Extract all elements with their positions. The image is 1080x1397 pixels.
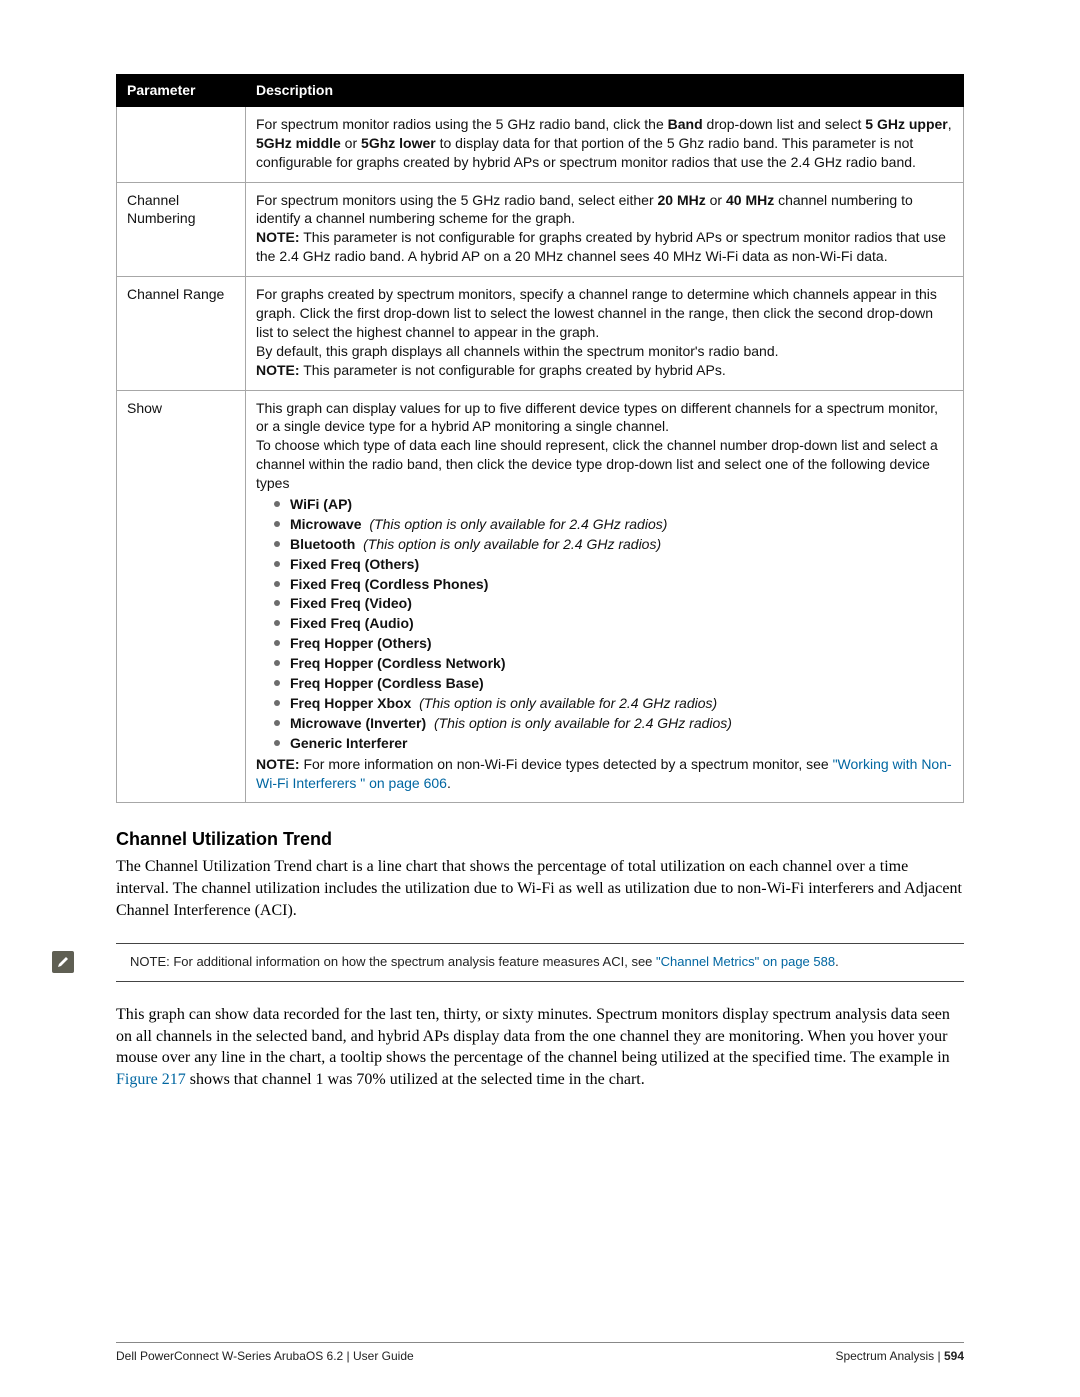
link-figure-217[interactable]: Figure 217	[116, 1071, 186, 1088]
link-channel-metrics[interactable]: "Channel Metrics" on page 588	[656, 954, 835, 969]
table-row: For spectrum monitor radios using the 5 …	[117, 106, 964, 182]
footer-left: Dell PowerConnect W-Series ArubaOS 6.2 |…	[116, 1349, 414, 1363]
device-type-list: WiFi (AP) Microwave (This option is only…	[274, 495, 953, 753]
desc-cell-channel-numbering: For spectrum monitors using the 5 GHz ra…	[246, 182, 964, 277]
desc-cell-channel-range: For graphs created by spectrum monitors,…	[246, 277, 964, 390]
footer-right: Spectrum Analysis | 594	[835, 1349, 964, 1363]
list-item: Freq Hopper (Cordless Network)	[274, 654, 953, 673]
section-heading-channel-utilization-trend: Channel Utilization Trend	[116, 829, 964, 850]
list-item: Fixed Freq (Video)	[274, 594, 953, 613]
param-cell-channel-range: Channel Range	[117, 277, 246, 390]
header-parameter: Parameter	[117, 75, 246, 107]
table-header-row: Parameter Description	[117, 75, 964, 107]
pencil-icon	[52, 951, 74, 973]
list-item: Freq Hopper (Cordless Base)	[274, 674, 953, 693]
list-item: Microwave (Inverter) (This option is onl…	[274, 714, 953, 733]
table-row: Channel Range For graphs created by spec…	[117, 277, 964, 390]
list-item: Fixed Freq (Cordless Phones)	[274, 575, 953, 594]
param-cell-band	[117, 106, 246, 182]
header-description: Description	[246, 75, 964, 107]
param-cell-channel-numbering: Channel Numbering	[117, 182, 246, 277]
para-channel-utilization-trend-1: The Channel Utilization Trend chart is a…	[116, 856, 964, 921]
list-item: WiFi (AP)	[274, 495, 953, 514]
list-item: Freq Hopper (Others)	[274, 634, 953, 653]
table-row: Channel Numbering For spectrum monitors …	[117, 182, 964, 277]
desc-cell-show: This graph can display values for up to …	[246, 390, 964, 803]
list-item: Fixed Freq (Audio)	[274, 614, 953, 633]
list-item: Generic Interferer	[274, 734, 953, 753]
list-item: Microwave (This option is only available…	[274, 515, 953, 534]
para-channel-utilization-trend-2: This graph can show data recorded for th…	[116, 1004, 964, 1090]
parameter-table: Parameter Description For spectrum monit…	[116, 74, 964, 803]
desc-cell-band: For spectrum monitor radios using the 5 …	[246, 106, 964, 182]
note-block: NOTE: For additional information on how …	[116, 943, 964, 982]
list-item: Bluetooth (This option is only available…	[274, 535, 953, 554]
list-item: Freq Hopper Xbox (This option is only av…	[274, 694, 953, 713]
note-text: NOTE: For additional information on how …	[116, 944, 964, 981]
page-footer: Dell PowerConnect W-Series ArubaOS 6.2 |…	[116, 1342, 964, 1363]
param-cell-show: Show	[117, 390, 246, 803]
table-row: Show This graph can display values for u…	[117, 390, 964, 803]
list-item: Fixed Freq (Others)	[274, 555, 953, 574]
